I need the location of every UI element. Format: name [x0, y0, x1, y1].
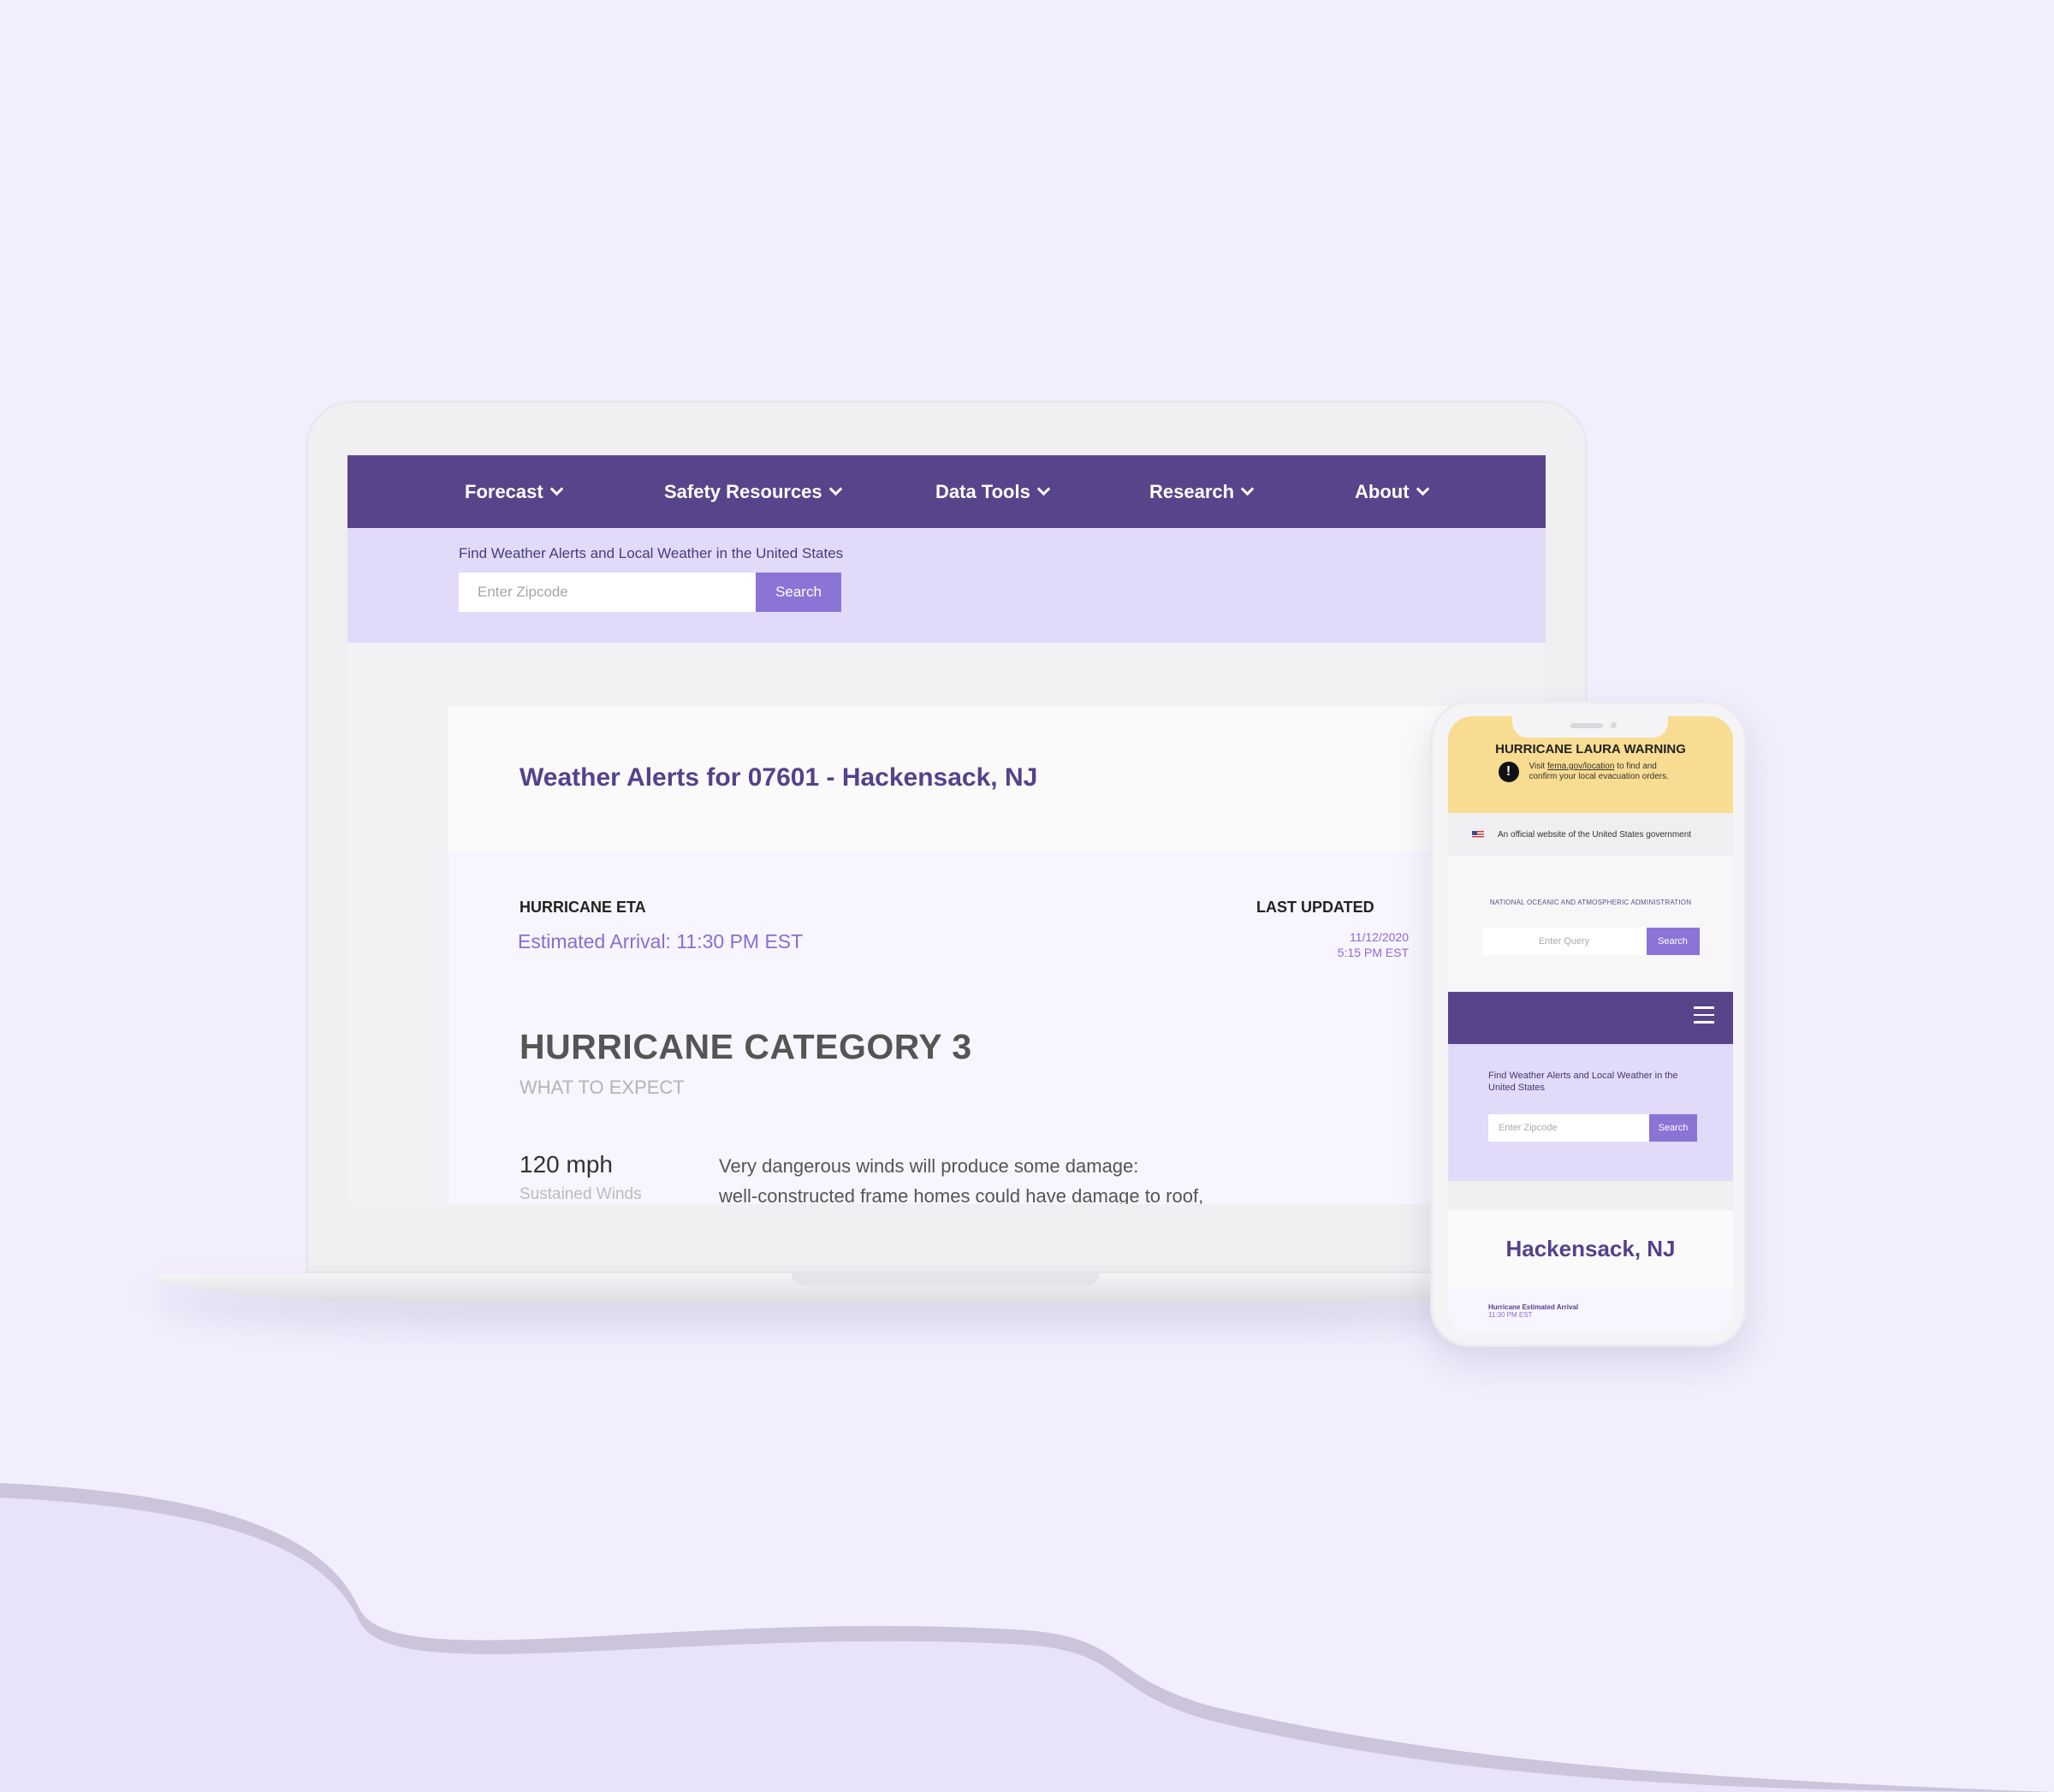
- last-updated-date: 11/12/2020: [1349, 930, 1409, 944]
- wind-description-line-2: well-constructed frame homes could have …: [719, 1185, 1204, 1204]
- wind-speed-value: 120 mph: [519, 1151, 613, 1178]
- official-site-text: An official website of the United States…: [1498, 829, 1692, 840]
- mobile-eta-value: 11:30 PM EST: [1488, 1311, 1533, 1319]
- laptop-notch: [792, 1273, 1100, 1285]
- chevron-down-icon: [828, 482, 842, 496]
- mobile-zip-row: Search: [1488, 1114, 1733, 1142]
- search-caption: Find Weather Alerts and Local Weather in…: [459, 545, 844, 561]
- what-to-expect-heading: WHAT TO EXPECT: [519, 1077, 685, 1098]
- chevron-down-icon: [1416, 482, 1429, 496]
- query-search-button[interactable]: Search: [1646, 928, 1700, 955]
- nav-forecast-label: Forecast: [465, 480, 543, 502]
- phone-screen: HURRICANE LAURA WARNING ! Visit fema.gov…: [1448, 716, 1733, 1333]
- main-nav: Forecast Safety Resources Data Tools Res…: [347, 455, 1546, 528]
- search-row: Search: [459, 573, 1546, 612]
- mobile-spacer: [1448, 1181, 1733, 1210]
- alerts-card-header: Weather Alerts for 07601 - Hackensack, N…: [448, 706, 1546, 851]
- nav-safety-resources-label: Safety Resources: [664, 480, 822, 502]
- alerts-card: Weather Alerts for 07601 - Hackensack, N…: [448, 706, 1546, 1204]
- nav-data-tools-label: Data Tools: [935, 480, 1030, 502]
- page-title: Weather Alerts for 07601 - Hackensack, N…: [519, 763, 1038, 792]
- mobile-city-title: Hackensack, NJ: [1505, 1236, 1676, 1261]
- mobile-city-header: Hackensack, NJ: [1448, 1210, 1733, 1288]
- nav-about-label: About: [1355, 480, 1410, 502]
- nav-about[interactable]: About: [1355, 480, 1429, 503]
- speaker-icon: [1570, 723, 1603, 728]
- exclamation-icon: !: [1498, 762, 1519, 782]
- mobile-eta-label: Hurricane Estimated Arrival: [1488, 1303, 1579, 1311]
- nav-research-label: Research: [1149, 480, 1235, 502]
- zipcode-search-band: Find Weather Alerts and Local Weather in…: [347, 528, 1546, 643]
- mobile-search-caption: Find Weather Alerts and Local Weather in…: [1488, 1071, 1678, 1093]
- warning-row: ! Visit fema.gov/location to find and co…: [1448, 762, 1733, 782]
- warning-prefix: Visit: [1529, 762, 1547, 771]
- agency-header: NATIONAL OCEANIC AND ATMOSPHERIC ADMINIS…: [1448, 856, 1733, 992]
- phone-frame: HURRICANE LAURA WARNING ! Visit fema.gov…: [1430, 701, 1747, 1347]
- nav-data-tools[interactable]: Data Tools: [935, 481, 1149, 503]
- warning-title: HURRICANE LAURA WARNING: [1495, 742, 1686, 757]
- eta-label: HURRICANE ETA: [519, 899, 646, 916]
- mobile-zipcode-input[interactable]: [1488, 1114, 1649, 1142]
- eta-value: Estimated Arrival: 11:30 PM EST: [518, 930, 804, 952]
- wind-description-line-1: Very dangerous winds will produce some d…: [719, 1155, 1139, 1177]
- alerts-card-body: HURRICANE ETA Estimated Arrival: 11:30 P…: [448, 851, 1546, 1204]
- zipcode-input[interactable]: [459, 573, 756, 612]
- camera-icon: [1611, 722, 1617, 728]
- phone-notch: [1512, 716, 1668, 738]
- nav-safety-resources[interactable]: Safety Resources: [664, 481, 935, 503]
- agency-name: NATIONAL OCEANIC AND ATMOSPHERIC ADMINIS…: [1489, 899, 1692, 906]
- chevron-down-icon: [549, 482, 563, 496]
- fema-link[interactable]: fema.gov/location: [1547, 762, 1614, 771]
- search-button[interactable]: Search: [756, 573, 841, 612]
- nav-research[interactable]: Research: [1149, 481, 1355, 503]
- mobile-zipcode-band: Find Weather Alerts and Local Weather in…: [1448, 1044, 1733, 1181]
- last-updated-time: 5:15 PM EST: [1337, 946, 1409, 959]
- nav-forecast[interactable]: Forecast: [465, 481, 664, 503]
- chevron-down-icon: [1036, 482, 1051, 496]
- mobile-nav: [1448, 992, 1733, 1044]
- chevron-down-icon: [1240, 482, 1255, 496]
- mobile-eta: Hurricane Estimated Arrival 11:30 PM EST: [1448, 1288, 1733, 1333]
- laptop-screen: Forecast Safety Resources Data Tools Res…: [347, 455, 1546, 1204]
- mobile-zip-search-button[interactable]: Search: [1649, 1114, 1697, 1142]
- wind-speed-label: Sustained Winds: [519, 1185, 642, 1203]
- last-updated-label: LAST UPDATED: [1256, 899, 1374, 916]
- warning-text: Visit fema.gov/location to find and conf…: [1529, 762, 1683, 782]
- official-site-banner: An official website of the United States…: [1448, 813, 1733, 856]
- hurricane-category: HURRICANE CATEGORY 3: [519, 1027, 972, 1066]
- hamburger-menu-icon[interactable]: [1694, 1006, 1714, 1024]
- query-input[interactable]: [1481, 928, 1647, 955]
- us-flag-icon: [1472, 830, 1484, 839]
- query-row: Search: [1448, 928, 1733, 955]
